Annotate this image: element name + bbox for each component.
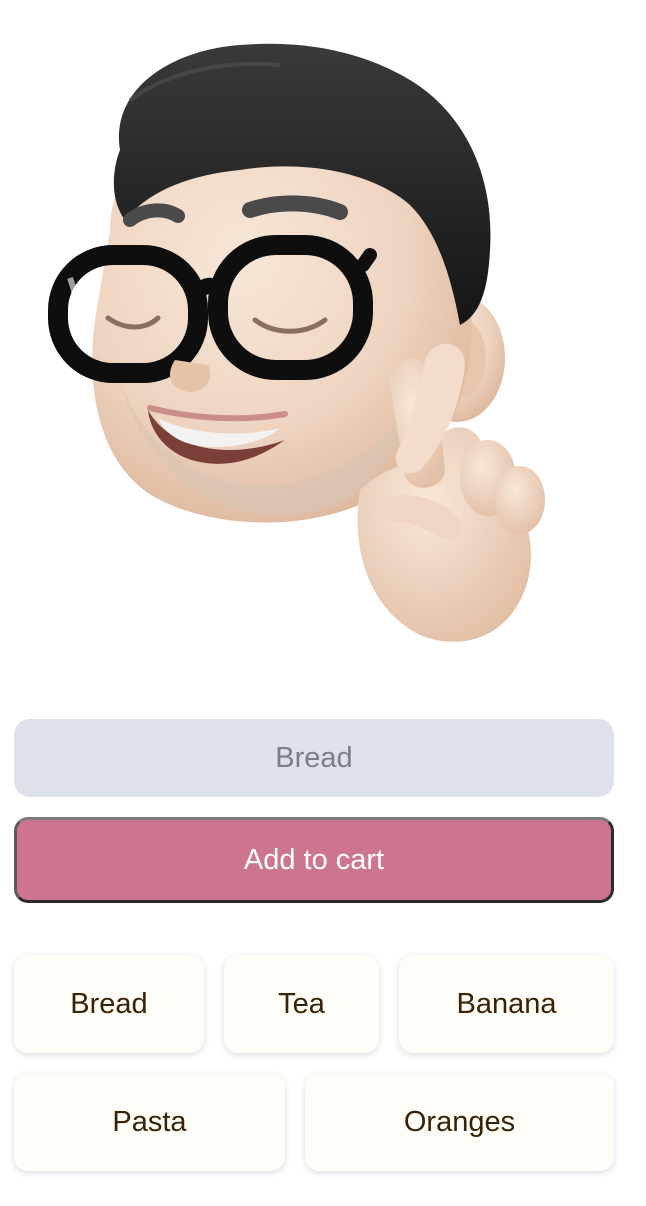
suggestion-chip-pasta[interactable]: Pasta — [14, 1073, 285, 1171]
suggestion-chip-bread[interactable]: Bread — [14, 955, 204, 1053]
memoji-fingers-crossed-icon — [48, 43, 545, 642]
suggestion-chip-tea[interactable]: Tea — [224, 955, 379, 1053]
avatar-illustration — [40, 30, 560, 670]
add-to-cart-button[interactable]: Add to cart — [14, 817, 614, 903]
item-input[interactable] — [14, 719, 614, 797]
suggestion-chip-banana[interactable]: Banana — [399, 955, 614, 1053]
suggestion-chip-oranges[interactable]: Oranges — [305, 1073, 614, 1171]
